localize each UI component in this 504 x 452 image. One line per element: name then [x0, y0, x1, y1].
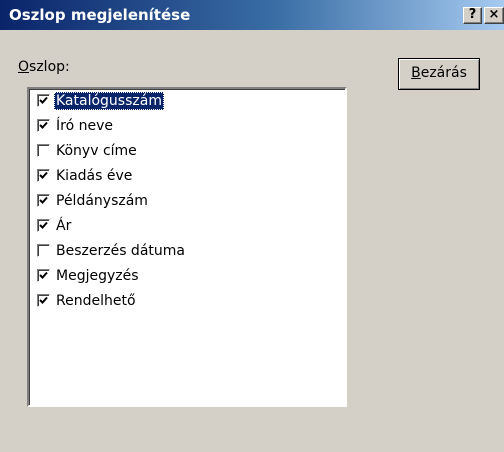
- column-item[interactable]: Könyv címe: [37, 141, 337, 163]
- help-button[interactable]: ?: [463, 7, 482, 24]
- checkbox[interactable]: [37, 94, 50, 107]
- window-title: Oszlop megjelenítése: [9, 6, 191, 24]
- column-item-label: Megjegyzés: [56, 268, 139, 284]
- column-item-label: Ár: [56, 218, 72, 234]
- close-button-accelerator: B: [411, 65, 421, 81]
- checkbox[interactable]: [37, 269, 50, 282]
- checkbox[interactable]: [37, 219, 50, 232]
- checkbox[interactable]: [37, 144, 50, 157]
- checkbox[interactable]: [37, 294, 50, 307]
- column-item[interactable]: Beszerzés dátuma: [37, 241, 337, 263]
- column-item-label: Beszerzés dátuma: [56, 243, 185, 259]
- column-item-label: Kiadás éve: [56, 168, 133, 184]
- column-item-label: Példányszám: [56, 193, 148, 209]
- title-bar[interactable]: Oszlop megjelenítése ? ×: [0, 0, 504, 30]
- column-item-label: Rendelhető: [56, 293, 136, 309]
- column-item[interactable]: Ár: [37, 216, 337, 238]
- column-item[interactable]: Rendelhető: [37, 291, 337, 313]
- checkbox[interactable]: [37, 194, 50, 207]
- column-item[interactable]: Katalógusszám: [37, 91, 337, 113]
- close-button-text: ezárás: [420, 65, 467, 81]
- column-listbox[interactable]: Katalógusszám Író neve Könyv címe Kiadás…: [27, 87, 347, 407]
- column-item[interactable]: Író neve: [37, 116, 337, 138]
- checkbox[interactable]: [37, 169, 50, 182]
- column-item-label: Író neve: [56, 118, 113, 134]
- column-item[interactable]: Megjegyzés: [37, 266, 337, 288]
- column-item-label: Könyv címe: [56, 143, 137, 159]
- column-label-accelerator: O: [18, 59, 30, 75]
- close-dialog-button[interactable]: Bezárás: [398, 58, 480, 90]
- column-list-label: Oszlop:: [18, 59, 70, 75]
- column-item[interactable]: Kiadás éve: [37, 166, 337, 188]
- column-label-text: szlop:: [29, 59, 70, 75]
- column-item[interactable]: Példányszám: [37, 191, 337, 213]
- column-item-label: Katalógusszám: [54, 92, 164, 110]
- checkbox[interactable]: [37, 119, 50, 132]
- checkbox[interactable]: [37, 244, 50, 257]
- close-icon[interactable]: ×: [484, 7, 504, 24]
